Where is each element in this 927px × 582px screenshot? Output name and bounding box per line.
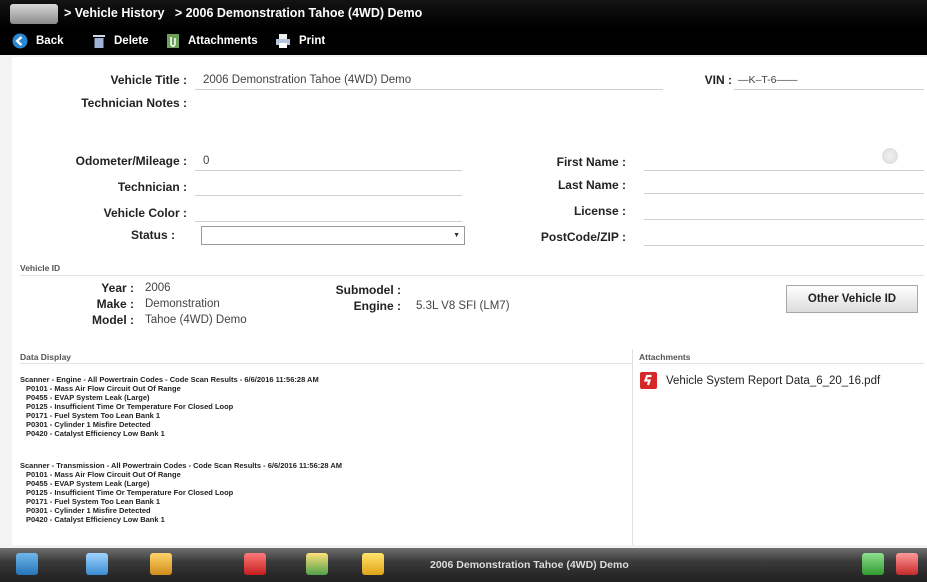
license-field[interactable] (644, 201, 924, 219)
attachment-filename: Vehicle System Report Data_6_20_16.pdf (666, 374, 881, 387)
home-icon[interactable] (16, 553, 38, 575)
connection-icon[interactable] (896, 553, 918, 575)
code-scan-header: Scanner - Transmission - All Powertrain … (20, 461, 343, 470)
model-value: Tahoe (4WD) Demo (145, 314, 247, 326)
vin-label: VIN : (704, 73, 732, 87)
dtc-item: P0101 - Mass Air Flow Circuit Out Of Ran… (26, 384, 181, 393)
last-name-field[interactable] (644, 175, 924, 193)
data-display-divider (20, 363, 632, 364)
license-underline (644, 219, 924, 220)
vehicle-title-field[interactable]: 2006 Demonstration Tahoe (4WD) Demo (203, 74, 411, 86)
status-label: Status : (130, 228, 175, 242)
attachment-item[interactable]: Vehicle System Report Data_6_20_16.pdf (640, 372, 880, 389)
submodel-label: Submodel : (335, 283, 401, 297)
dropdown-arrow-icon: ▼ (453, 232, 460, 239)
odometer-underline (195, 170, 462, 171)
trash-icon (93, 35, 105, 48)
paperclip-icon (167, 34, 179, 48)
technician-notes-field[interactable] (195, 93, 923, 145)
title-bar: > Vehicle History > 2006 Demonstration T… (0, 0, 927, 28)
report-icon[interactable] (244, 553, 266, 575)
vehicle-color-field[interactable] (195, 203, 462, 221)
home-logo-icon[interactable] (10, 4, 58, 24)
vehicle-id-divider (20, 275, 924, 276)
technician-notes-label: Technician Notes : (81, 96, 187, 110)
other-vehicle-id-button[interactable]: Other Vehicle ID (786, 285, 918, 313)
postcode-label: PostCode/ZIP : (540, 230, 626, 244)
vin-field[interactable]: —K–T-6—— (738, 74, 798, 86)
code-scan-group-transmission: Scanner - Transmission - All Powertrain … (20, 461, 342, 524)
attachments-section-label: Attachments (639, 352, 691, 362)
dtc-item: P0171 - Fuel System Too Lean Bank 1 (26, 411, 161, 420)
last-name-underline (644, 193, 924, 194)
back-arrow-icon (12, 33, 28, 49)
vehicle-details-panel: Vehicle Title : 2006 Demonstration Tahoe… (12, 57, 927, 545)
make-label: Make : (96, 297, 134, 311)
taskbar-vehicle-title: 2006 Demonstration Tahoe (4WD) Demo (430, 559, 629, 571)
engine-label: Engine : (353, 299, 401, 313)
dtc-item: P0420 - Catalyst Efficiency Low Bank 1 (26, 429, 165, 438)
dtc-item: P0171 - Fuel System Too Lean Bank 1 (26, 497, 161, 506)
delete-button[interactable]: Delete (92, 33, 149, 49)
back-button[interactable]: Back (12, 33, 64, 49)
snapon-pdf-icon (640, 372, 657, 389)
year-label: Year : (101, 281, 134, 295)
breadcrumb-vehicle-history[interactable]: > Vehicle History (64, 6, 164, 20)
first-name-underline (644, 170, 924, 171)
vehicle-color-underline (195, 221, 462, 222)
engine-value: 5.3L V8 SFI (LM7) (416, 300, 510, 312)
vehicle-id-section-label: Vehicle ID (20, 263, 61, 273)
dtc-item: P0455 - EVAP System Leak (Large) (26, 393, 150, 402)
first-name-label: First Name : (556, 155, 626, 169)
dtc-item: P0301 - Cylinder 1 Misfire Detected (26, 506, 151, 515)
scanner-icon[interactable] (306, 553, 328, 575)
last-name-label: Last Name : (557, 178, 626, 192)
odometer-label: Odometer/Mileage : (75, 154, 187, 168)
attachments-label: Attachments (188, 35, 258, 47)
attachments-button[interactable]: Attachments (166, 33, 258, 49)
postcode-field[interactable] (644, 227, 924, 245)
tools-icon[interactable] (150, 553, 172, 575)
print-label: Print (299, 35, 326, 47)
taskbar: 2006 Demonstration Tahoe (4WD) Demo (0, 548, 927, 582)
model-label: Model : (92, 313, 134, 327)
code-scan-group-engine: Scanner - Engine - All Powertrain Codes … (20, 375, 319, 438)
battery-icon[interactable] (862, 553, 884, 575)
code-scan-header: Scanner - Engine - All Powertrain Codes … (20, 375, 319, 384)
postcode-underline (644, 245, 924, 246)
vehicle-color-label: Vehicle Color : (103, 206, 187, 220)
vehicle-history-icon[interactable] (362, 553, 384, 575)
make-value: Demonstration (145, 298, 220, 310)
delete-label: Delete (114, 35, 149, 47)
year-value: 2006 (145, 282, 171, 294)
dtc-item: P0125 - Insufficient Time Or Temperature… (26, 488, 234, 497)
dtc-item: P0101 - Mass Air Flow Circuit Out Of Ran… (26, 470, 181, 479)
dtc-item: P0455 - EVAP System Leak (Large) (26, 479, 150, 488)
breadcrumb: > Vehicle History > 2006 Demonstration T… (64, 6, 422, 20)
dtc-item: P0420 - Catalyst Efficiency Low Bank 1 (26, 515, 165, 524)
data-display-label: Data Display (20, 352, 72, 362)
printer-icon (276, 34, 290, 48)
vin-underline (734, 89, 924, 90)
dtc-item: P0301 - Cylinder 1 Misfire Detected (26, 420, 151, 429)
attachments-header-divider (639, 363, 924, 364)
technician-label: Technician : (117, 180, 187, 194)
toolbar: Back Delete Attachments Print (0, 28, 927, 55)
back-label: Back (36, 35, 64, 47)
touch-indicator-icon (882, 148, 898, 164)
technician-field[interactable] (195, 177, 462, 195)
dtc-item: P0125 - Insufficient Time Or Temperature… (26, 402, 234, 411)
vehicle-title-label: Vehicle Title : (110, 73, 187, 87)
vehicle-title-underline (195, 89, 663, 90)
status-dropdown[interactable]: ▼ (201, 226, 465, 245)
print-button[interactable]: Print (275, 33, 325, 49)
license-label: License : (573, 204, 626, 218)
technician-underline (195, 195, 462, 196)
odometer-field[interactable]: 0 (203, 155, 209, 167)
notes-icon[interactable] (86, 553, 108, 575)
breadcrumb-current-vehicle: > 2006 Demonstration Tahoe (4WD) Demo (174, 6, 423, 20)
attachments-divider (632, 349, 633, 545)
